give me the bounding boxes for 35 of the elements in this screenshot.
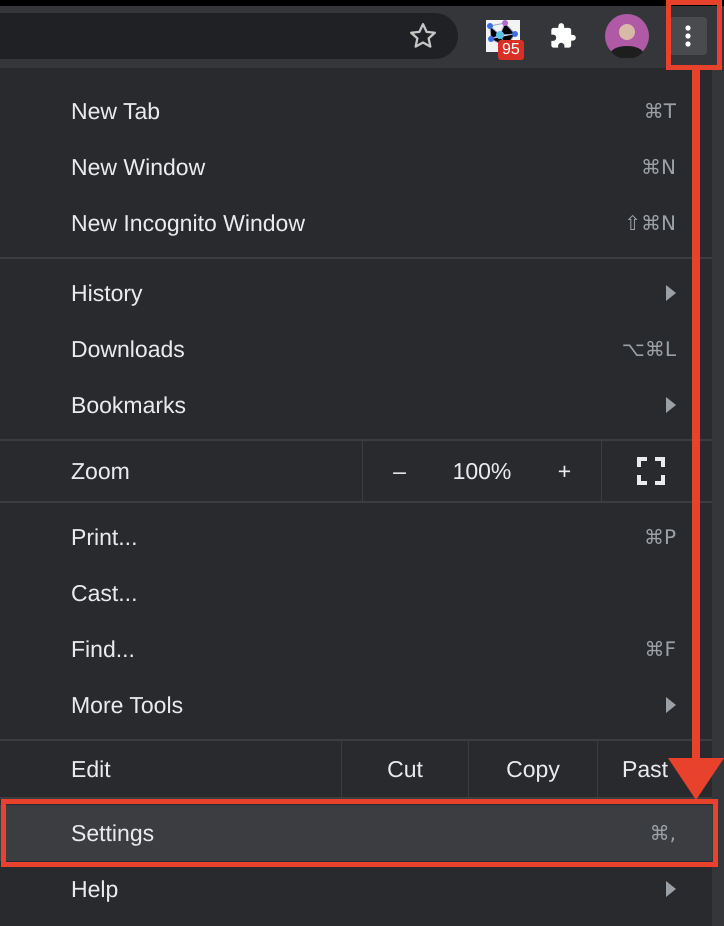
menu-button[interactable] [669,17,707,55]
menu-label: Zoom [70,456,131,486]
star-icon[interactable] [408,21,438,51]
menu-label: Edit [70,754,112,784]
shortcut-text: ⌥⌘L [622,336,676,363]
avatar-icon[interactable] [605,14,649,58]
edit-action-button[interactable]: Past [597,741,669,797]
menu-item[interactable]: Find... ⌘F [0,621,712,677]
notification-badge: 95 [498,40,524,60]
menu-item[interactable]: Downloads ⌥⌘L [0,321,712,377]
menu-item[interactable]: Bookmarks [0,377,712,433]
menu-item[interactable]: New Incognito Window ⇧⌘N [0,195,712,251]
menu-item[interactable]: History [0,265,712,321]
menu-icon [685,25,691,47]
zoom-level-text: 100% [452,456,512,486]
puzzle-piece-icon[interactable] [549,22,577,50]
menu-item[interactable]: Help [0,861,712,917]
shortcut-text: ⇧⌘N [624,210,676,237]
zoom-in-button[interactable]: + [544,454,584,488]
shortcut-text: ⌘, [650,820,676,847]
menu-item[interactable]: More Tools [0,677,712,733]
fullscreen-icon [637,457,665,485]
edit-action-button[interactable]: Copy [468,741,597,797]
menu-item[interactable]: New Window ⌘N [0,139,712,195]
shortcut-text: ⌘P [644,524,676,551]
menu-item[interactable]: Settings ⌘, [0,805,712,861]
shortcut-text: ⌘T [644,98,676,125]
shortcut-text: ⌘F [644,636,676,663]
zoom-out-button[interactable]: – [380,454,420,488]
annotation-frame [666,0,722,70]
menu-item[interactable]: Cast... [0,565,712,621]
menu-item[interactable]: Print... ⌘P [0,509,712,565]
shortcut-text: ⌘N [641,154,676,181]
edit-action-button[interactable]: Cut [341,741,468,797]
menu-item[interactable]: New Tab ⌘T [0,83,712,139]
